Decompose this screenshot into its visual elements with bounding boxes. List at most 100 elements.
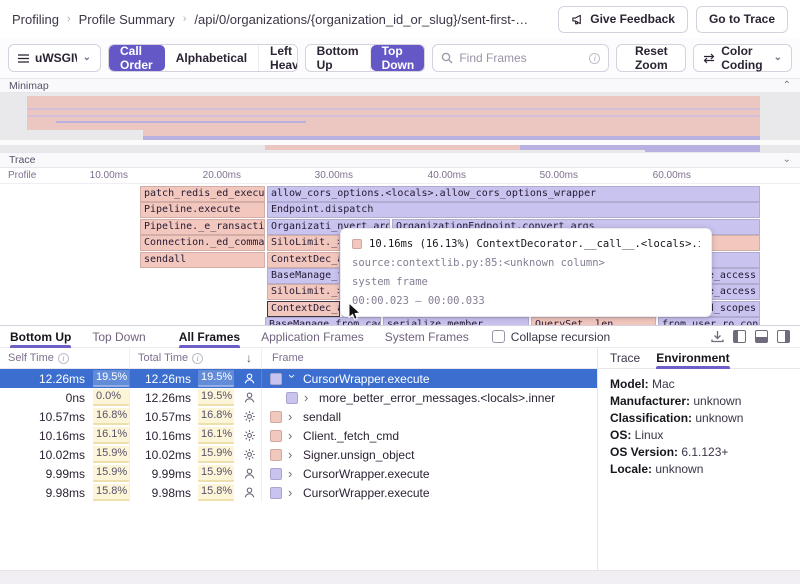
minimap-title: Minimap <box>9 80 49 92</box>
frame-color-swatch <box>270 468 282 480</box>
chevron-collapsed-icon[interactable]: › <box>304 391 313 404</box>
flame-frame[interactable]: BaseManage_from_cache <box>265 317 381 325</box>
flame-frame[interactable]: Pipeline.execute <box>140 202 265 218</box>
breadcrumb: Profiling › Profile Summary › /api/0/org… <box>12 12 528 27</box>
search-input[interactable] <box>459 51 583 65</box>
flame-frame[interactable]: Endpoint.dispatch <box>267 202 760 218</box>
minimap-canvas[interactable] <box>0 93 800 152</box>
layout-bottom-icon[interactable] <box>755 330 768 343</box>
self-time-percent: 15.8% <box>93 484 129 501</box>
table-row[interactable]: 12.26ms19.5%12.26ms19.5%›CursorWrapper.e… <box>0 369 597 388</box>
flame-frame[interactable]: serialize_member <box>383 317 529 325</box>
trace-title: Trace <box>9 154 35 166</box>
self-time-percent: 0.0% <box>93 389 129 406</box>
color-coding-dropdown[interactable]: Color Coding ⌄ <box>693 44 792 72</box>
flame-frame[interactable]: sendall <box>140 252 265 268</box>
application-frame-icon <box>241 486 257 499</box>
frame-name: CursorWrapper.execute <box>303 486 430 500</box>
layout-right-icon[interactable] <box>777 330 790 343</box>
tooltip-source: source:contextlib.py:85:<unknown column> <box>352 257 700 269</box>
flame-frame[interactable]: allow_cors_options.<locals>.allow_cors_o… <box>267 186 760 202</box>
table-row[interactable]: 10.57ms16.8%10.57ms16.8%›sendall <box>0 407 597 426</box>
sort-call-order[interactable]: Call Order <box>109 45 165 71</box>
tab-environment[interactable]: Environment <box>656 348 729 368</box>
column-self-time[interactable]: Self Time i <box>0 348 130 368</box>
reset-zoom-button[interactable]: Reset Zoom <box>616 44 686 72</box>
total-time-percent: 15.9% <box>198 446 234 463</box>
table-row[interactable]: 10.16ms16.1%10.16ms16.1%›Client._fetch_c… <box>0 426 597 445</box>
breadcrumb-profile-summary[interactable]: Profile Summary <box>79 12 175 27</box>
column-frame[interactable]: Frame <box>262 348 597 368</box>
breadcrumb-separator-icon: › <box>67 13 71 25</box>
minimap-header[interactable]: Minimap ⌃ <box>0 78 800 93</box>
thread-selector-dropdown[interactable]: uWSGIWor… ⌄ <box>8 44 101 72</box>
chevron-down-icon[interactable]: ⌄ <box>783 155 791 165</box>
flame-frame[interactable]: Connection._ed_command <box>140 235 265 251</box>
chevron-collapsed-icon[interactable]: › <box>288 486 297 499</box>
self-time-value: 10.02ms <box>39 448 85 462</box>
chevron-collapsed-icon[interactable]: › <box>288 467 297 480</box>
flame-frame[interactable]: ContextDec_als>.i <box>267 252 340 268</box>
flame-frame[interactable]: QuerySet._len <box>531 317 656 325</box>
frame-color-swatch <box>270 373 282 385</box>
collapse-recursion-checkbox[interactable] <box>492 330 505 343</box>
chevron-expanded-icon[interactable]: › <box>286 374 299 383</box>
go-to-trace-button[interactable]: Go to Trace <box>696 6 788 33</box>
table-row[interactable]: 0ns0.0%12.26ms19.5%›more_better_error_me… <box>0 388 597 407</box>
bottom-tabs-row: Bottom Up Top Down All Frames Applicatio… <box>0 326 800 348</box>
flame-frame[interactable]: ContextDec_als>.i <box>267 301 340 317</box>
total-time-percent: 16.1% <box>198 427 234 444</box>
detail-panel: Trace Environment Model: MacManufacturer… <box>598 348 800 570</box>
flamegraph[interactable]: 10.16ms (16.13%) ContextDecorator.__call… <box>0 184 800 325</box>
chevron-collapsed-icon[interactable]: › <box>288 429 297 442</box>
table-row[interactable]: 9.99ms15.9%9.99ms15.9%›CursorWrapper.exe… <box>0 464 597 483</box>
info-icon: i <box>589 53 600 64</box>
total-time-value: 10.57ms <box>145 410 191 424</box>
info-icon: i <box>192 353 203 364</box>
layout-left-icon[interactable] <box>733 330 746 343</box>
system-frame-icon <box>241 429 257 442</box>
flame-frame[interactable]: SiloLimit._>.over <box>267 284 340 300</box>
frame-name: CursorWrapper.execute <box>303 467 430 481</box>
trace-header[interactable]: Trace ⌄ <box>0 152 800 168</box>
flame-frame[interactable]: patch_redis_ed_execute <box>140 186 265 202</box>
sort-left-heavy[interactable]: Left Heavy <box>259 45 298 71</box>
hamburger-icon <box>18 54 29 63</box>
give-feedback-button[interactable]: Give Feedback <box>558 6 688 33</box>
tab-application-frames[interactable]: Application Frames <box>261 326 364 347</box>
swap-arrows-icon <box>703 53 715 64</box>
flame-frame[interactable]: BaseManage_from_c <box>267 268 340 284</box>
tab-trace[interactable]: Trace <box>610 348 640 368</box>
column-total-time[interactable]: Total Time i ↓ <box>130 348 262 368</box>
table-row[interactable]: 10.02ms15.9%10.02ms15.9%›Signer.unsign_o… <box>0 445 597 464</box>
minimap-flame-overview <box>265 145 520 150</box>
direction-top-down[interactable]: Top Down <box>371 45 426 71</box>
minimap-flame-overview <box>645 150 760 152</box>
tab-all-frames[interactable]: All Frames <box>179 326 240 347</box>
table-row[interactable]: 9.98ms15.8%9.98ms15.8%›CursorWrapper.exe… <box>0 483 597 502</box>
direction-segmented-control: Bottom Up Top Down <box>305 44 426 72</box>
chevron-collapsed-icon[interactable]: › <box>288 410 297 423</box>
flame-frame[interactable]: Pipeline._e_ransaction <box>140 219 265 235</box>
ruler-tick-label: 10.00ms <box>64 170 128 181</box>
chevron-up-icon[interactable]: ⌃ <box>783 81 791 91</box>
ruler-tick-label: 30.00ms <box>289 170 353 181</box>
breadcrumb-profiling[interactable]: Profiling <box>12 12 59 27</box>
time-ruler: Profile 10.00ms20.00ms30.00ms40.00ms50.0… <box>0 168 800 184</box>
sort-alphabetical[interactable]: Alphabetical <box>165 45 259 71</box>
tab-top-down[interactable]: Top Down <box>92 326 145 347</box>
total-time-value: 9.98ms <box>152 486 191 500</box>
flame-frame[interactable]: SiloLimit._>.over <box>267 235 340 251</box>
flame-frame[interactable]: from_user_ro_context <box>658 317 760 325</box>
chevron-collapsed-icon[interactable]: › <box>288 448 297 461</box>
frame-color-swatch <box>270 487 282 499</box>
environment-entry: OS Version: 6.1.123+ <box>610 444 788 461</box>
frame-color-swatch <box>270 411 282 423</box>
horizontal-scrollbar-track[interactable] <box>0 570 800 584</box>
self-time-value: 9.99ms <box>46 467 85 481</box>
sort-desc-icon[interactable]: ↓ <box>246 351 252 365</box>
tab-system-frames[interactable]: System Frames <box>385 326 469 347</box>
direction-bottom-up[interactable]: Bottom Up <box>306 45 371 71</box>
download-icon[interactable] <box>711 330 724 343</box>
tab-bottom-up[interactable]: Bottom Up <box>10 326 71 347</box>
